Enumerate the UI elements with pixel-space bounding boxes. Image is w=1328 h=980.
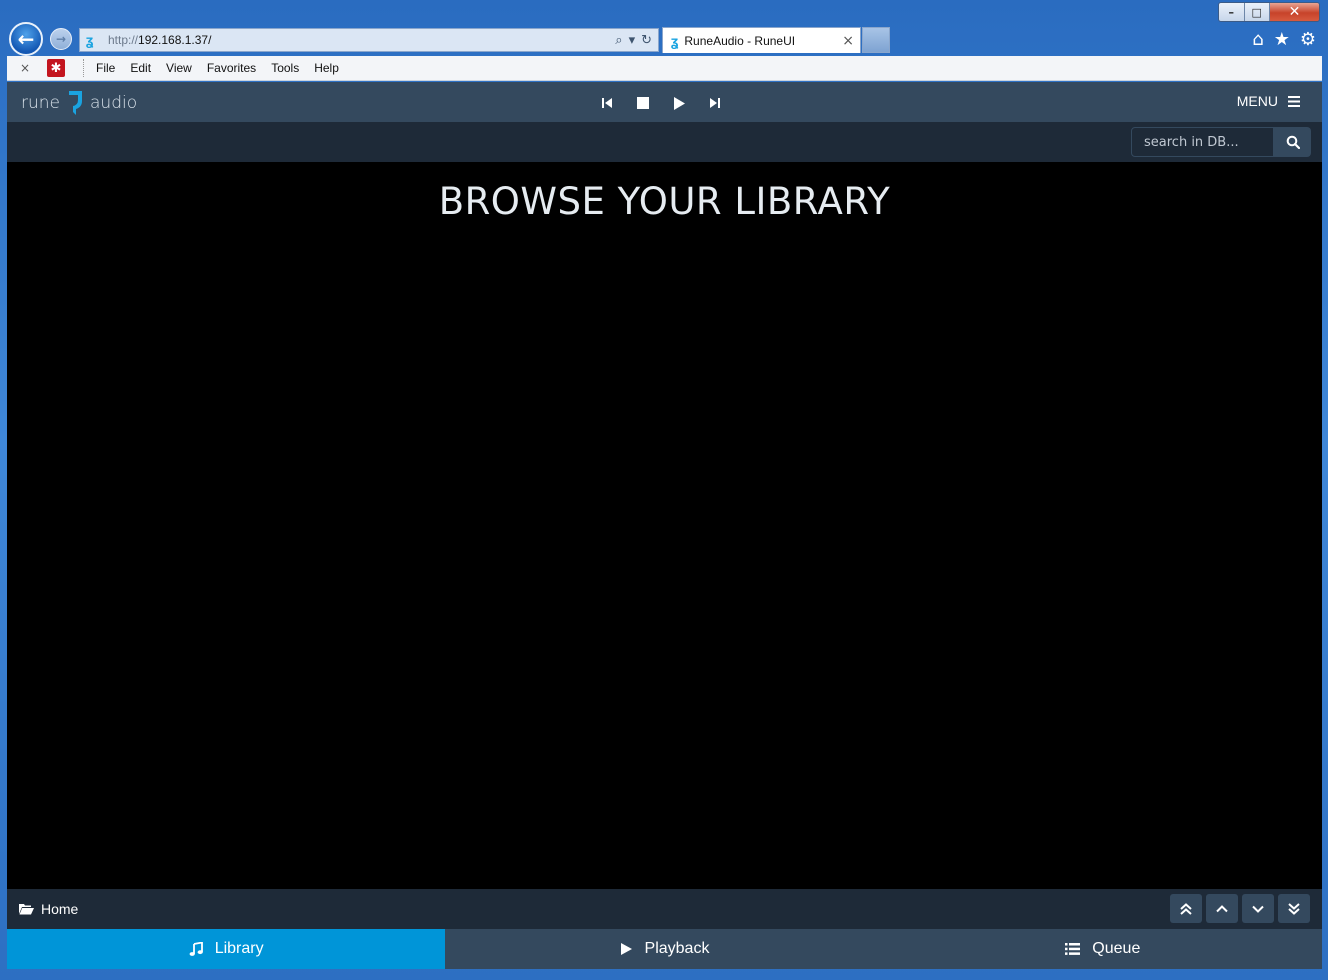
favorites-star-icon[interactable]: ★ bbox=[1274, 29, 1290, 50]
play-icon bbox=[673, 96, 685, 110]
gear-icon[interactable]: ⚙ bbox=[1300, 29, 1316, 50]
search-icon bbox=[1286, 135, 1300, 149]
forward-button[interactable]: → bbox=[50, 28, 72, 50]
breadcrumb-home: Home bbox=[41, 901, 79, 917]
scroll-down-button[interactable] bbox=[1242, 894, 1274, 923]
music-icon bbox=[189, 942, 203, 956]
address-bar[interactable]: ʓ http:// 192.168.1.37/ ⌕ ▾ ↻ bbox=[79, 28, 659, 52]
menu-edit[interactable]: Edit bbox=[130, 61, 151, 75]
main-menu-button[interactable]: MENU bbox=[1237, 93, 1300, 109]
tab-close-icon[interactable]: × bbox=[842, 33, 854, 49]
menu-label: MENU bbox=[1236, 93, 1278, 109]
hamburger-icon bbox=[1288, 95, 1300, 107]
list-icon bbox=[1065, 943, 1081, 955]
skip-forward-icon bbox=[710, 98, 720, 108]
window-controls: – □ ✕ bbox=[1218, 2, 1320, 22]
stop-button[interactable] bbox=[633, 93, 653, 113]
next-button[interactable] bbox=[705, 93, 725, 113]
close-window-button[interactable]: ✕ bbox=[1270, 3, 1319, 21]
rune-tab-icon: ʓ bbox=[671, 32, 679, 49]
address-tools: ⌕ ▾ ↻ bbox=[615, 33, 658, 48]
scroll-bottom-button[interactable] bbox=[1278, 894, 1310, 923]
search-button[interactable] bbox=[1274, 127, 1311, 157]
refresh-icon[interactable]: ↻ bbox=[641, 33, 652, 48]
tab-library-label: Library bbox=[214, 940, 264, 957]
logo-text-audio: audio bbox=[90, 93, 138, 113]
menu-bar: × ✱ File Edit View Favorites Tools Help bbox=[7, 56, 1322, 81]
menubar-separator bbox=[83, 59, 84, 77]
menu-favorites[interactable]: Favorites bbox=[207, 61, 256, 75]
chevron-down-icon bbox=[1252, 905, 1264, 913]
play-icon bbox=[620, 943, 632, 955]
menubar-close-icon[interactable]: × bbox=[15, 61, 35, 75]
breadcrumb-bar: Home bbox=[7, 889, 1322, 929]
scroll-top-button[interactable] bbox=[1170, 894, 1202, 923]
double-chevron-up-icon bbox=[1180, 902, 1192, 915]
browser-tab[interactable]: ʓ RuneAudio - RuneUI × bbox=[662, 27, 861, 53]
tab-title: RuneAudio - RuneUI bbox=[684, 33, 796, 48]
bottom-tab-bar: Library Playback Queue bbox=[7, 929, 1322, 969]
menu-view[interactable]: View bbox=[166, 61, 192, 75]
tab-library[interactable]: Library bbox=[7, 929, 446, 969]
transport-controls bbox=[597, 93, 725, 113]
url-host: 192.168.1.37/ bbox=[138, 33, 212, 47]
menu-tools[interactable]: Tools bbox=[271, 61, 299, 75]
browser-toolbar-icons: ⌂ ★ ⚙ bbox=[1252, 29, 1316, 50]
scroll-controls bbox=[1170, 894, 1310, 923]
skip-back-icon bbox=[602, 98, 612, 108]
scroll-up-button[interactable] bbox=[1206, 894, 1238, 923]
app-topbar: rune audio MENU bbox=[7, 82, 1322, 122]
breadcrumb[interactable]: Home bbox=[19, 901, 78, 917]
menu-help[interactable]: Help bbox=[314, 61, 339, 75]
play-button[interactable] bbox=[669, 93, 689, 113]
double-chevron-down-icon bbox=[1288, 902, 1300, 915]
arrow-right-icon: → bbox=[55, 32, 67, 46]
chevron-up-icon bbox=[1216, 904, 1228, 912]
rune-logo-icon bbox=[69, 91, 82, 115]
previous-button[interactable] bbox=[597, 93, 617, 113]
new-tab-button[interactable] bbox=[862, 27, 890, 53]
app-content: rune audio MENU search in DB... BROWSE Y… bbox=[7, 82, 1322, 969]
tab-playback[interactable]: Playback bbox=[445, 929, 884, 969]
home-icon[interactable]: ⌂ bbox=[1252, 29, 1263, 50]
stop-icon bbox=[637, 97, 649, 109]
tab-queue[interactable]: Queue bbox=[883, 929, 1322, 969]
url-protocol: http:// bbox=[108, 33, 139, 47]
logo-text-rune: rune bbox=[21, 93, 60, 113]
dropdown-arrow-icon[interactable]: ▾ bbox=[629, 33, 636, 48]
rune-site-icon: ʓ bbox=[86, 32, 94, 48]
rune-audio-logo[interactable]: rune audio bbox=[21, 88, 137, 118]
search-icon[interactable]: ⌕ bbox=[615, 33, 622, 48]
page-title: BROWSE YOUR LIBRARY bbox=[438, 180, 891, 223]
arrow-left-icon: ← bbox=[17, 27, 35, 51]
search-input[interactable] bbox=[1131, 127, 1274, 157]
tab-queue-label: Queue bbox=[1092, 940, 1141, 957]
minimize-button[interactable]: – bbox=[1219, 3, 1245, 21]
browser-window: – □ ✕ ← → ʓ http:// 192.168.1.37/ ⌕ ▾ ↻ … bbox=[0, 0, 1328, 980]
folder-open-icon bbox=[19, 904, 34, 915]
addon-icon[interactable]: ✱ bbox=[47, 59, 65, 77]
maximize-button[interactable]: □ bbox=[1244, 3, 1270, 21]
search-bar bbox=[7, 122, 1322, 162]
tab-playback-label: Playback bbox=[644, 940, 710, 957]
menu-file[interactable]: File bbox=[96, 61, 115, 75]
back-button[interactable]: ← bbox=[9, 22, 43, 56]
